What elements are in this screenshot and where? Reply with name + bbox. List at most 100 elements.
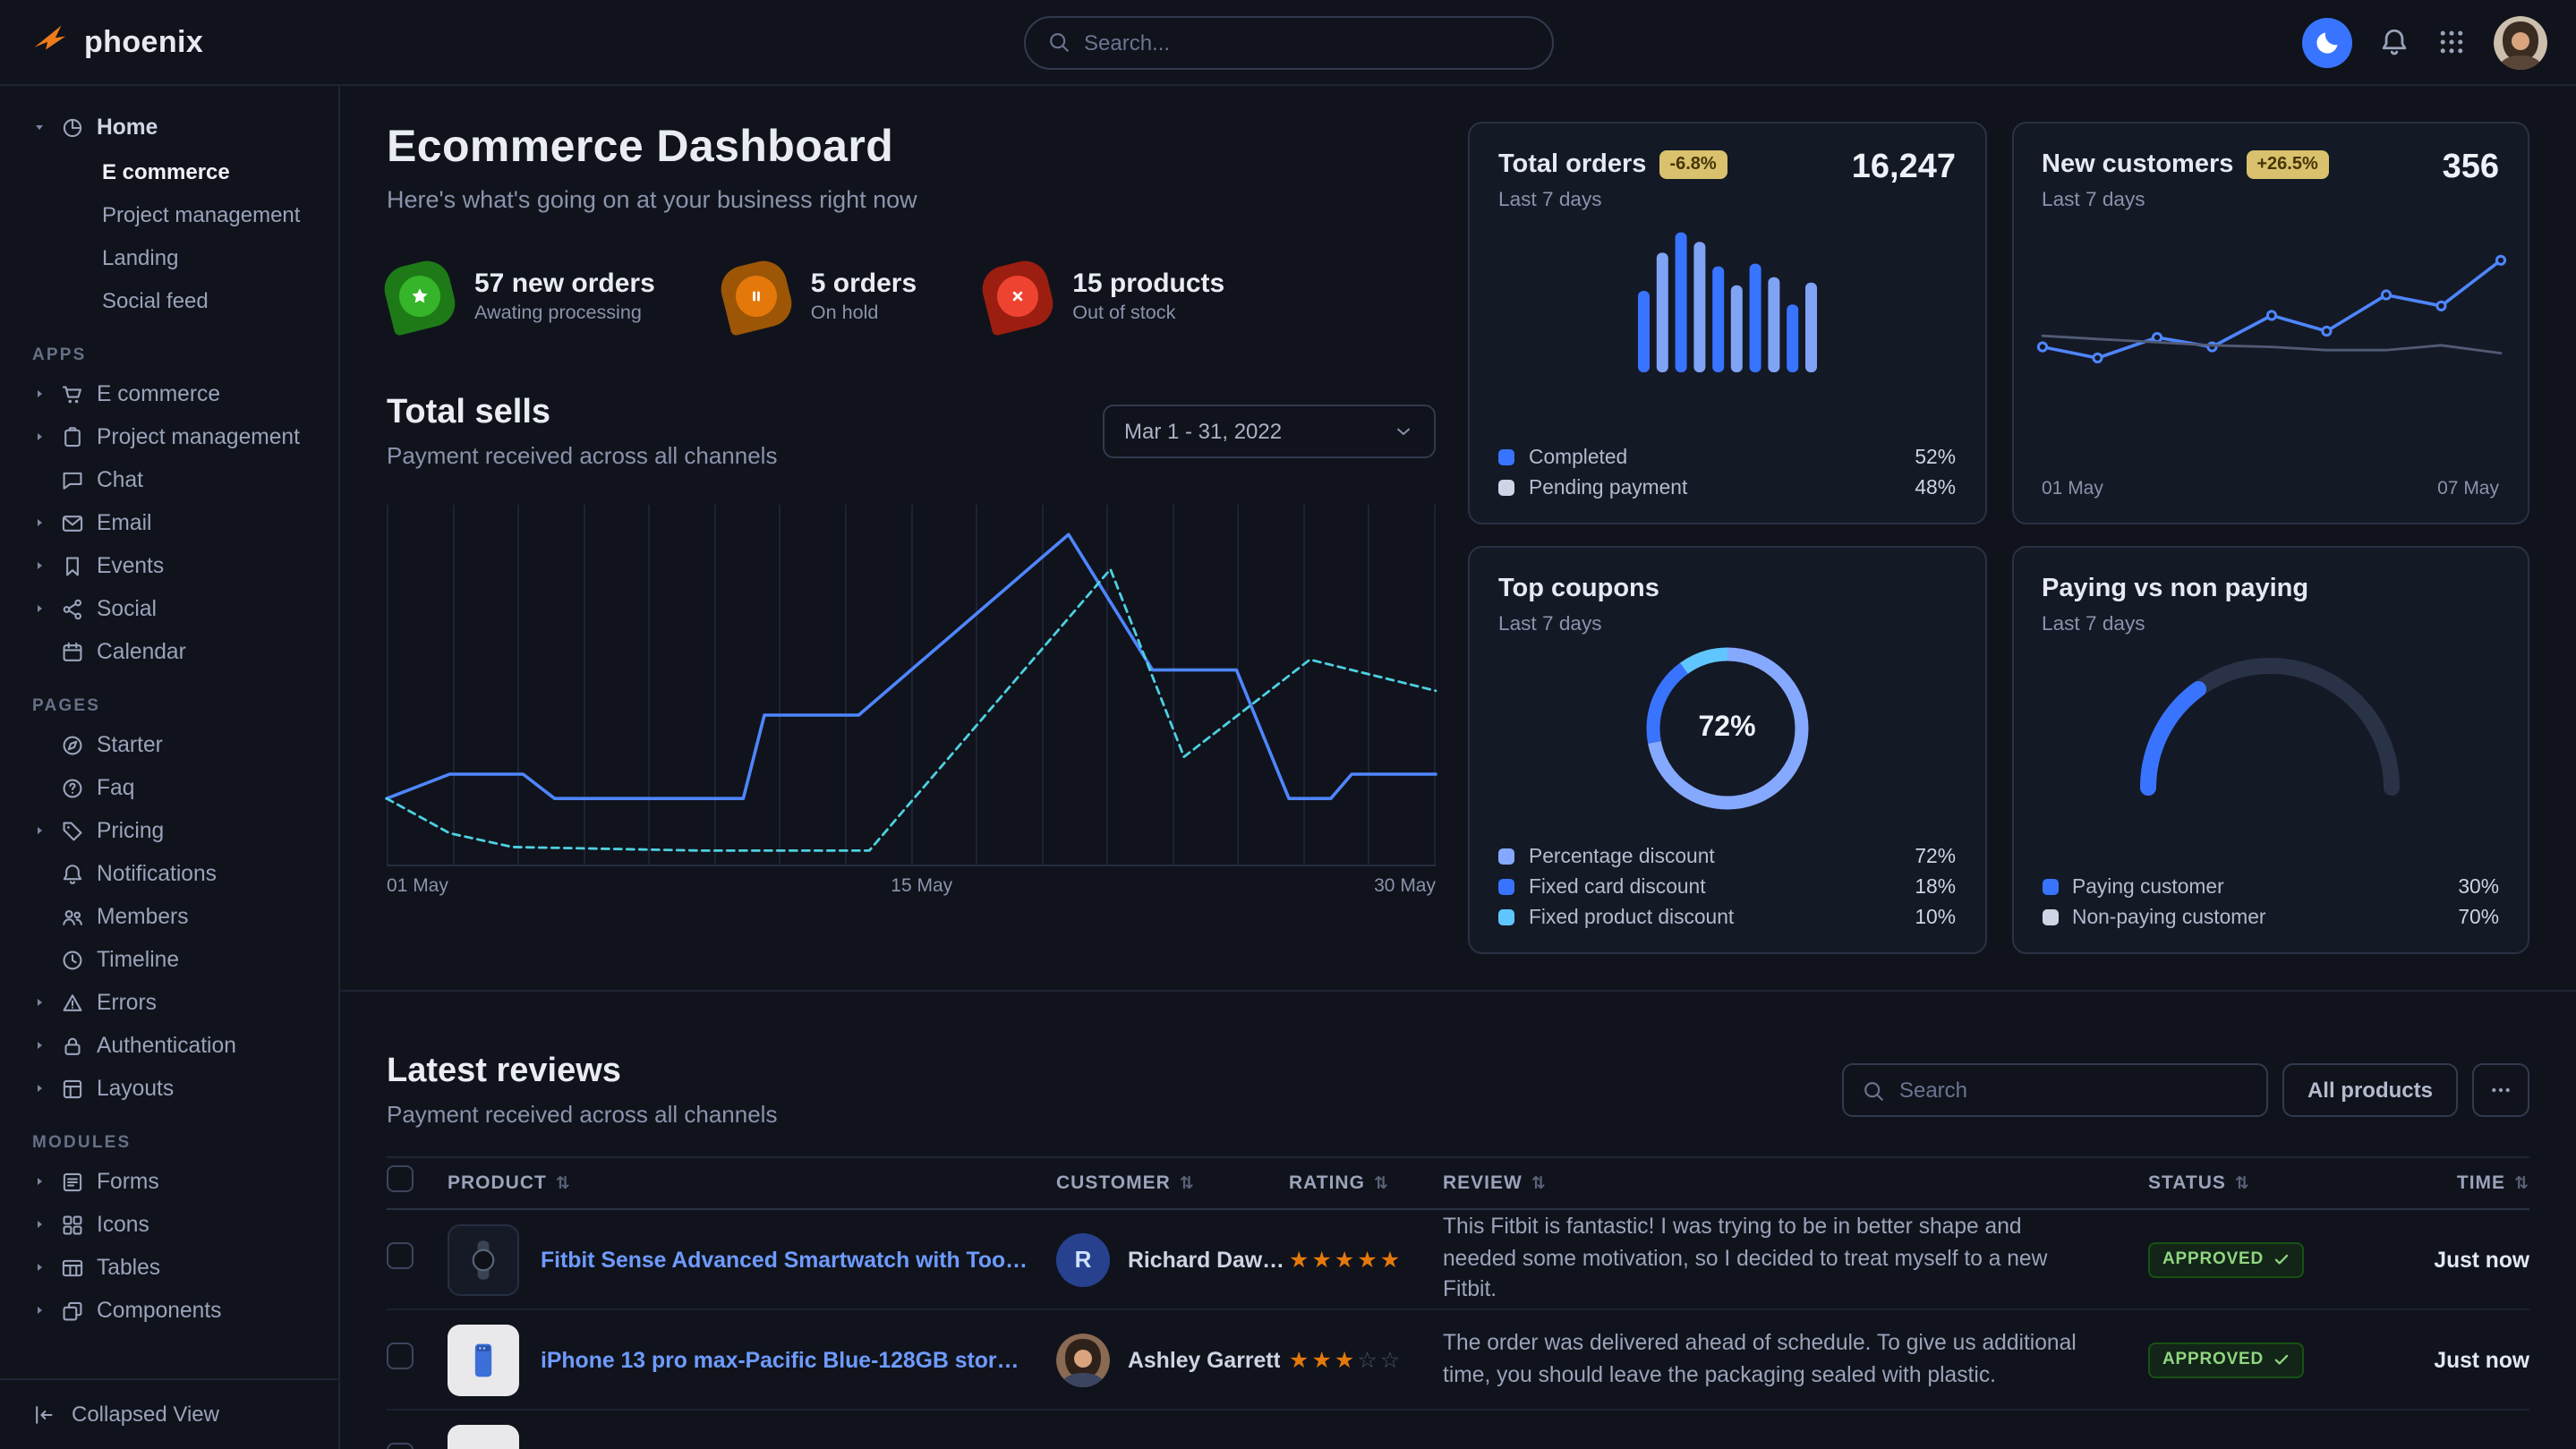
sidebar-item-components[interactable]: Components	[0, 1289, 338, 1332]
sidebar-section-label-pages: PAGES	[0, 696, 338, 716]
global-search[interactable]	[1023, 15, 1553, 69]
sidebar-item-landing[interactable]: Landing	[0, 236, 338, 279]
total-sells-x-axis: 01 May15 May30 May	[387, 875, 1436, 902]
customer-avatar: R	[1056, 1232, 1110, 1286]
users-icon	[59, 905, 84, 928]
collapsed-view-toggle[interactable]: Collapsed View	[0, 1377, 338, 1449]
caret-right-icon	[32, 558, 47, 573]
x-axis-label: 15 May	[891, 875, 952, 897]
chevron-down-icon	[1393, 421, 1414, 442]
sidebar-item-social[interactable]: Social	[0, 587, 338, 630]
sidebar-item-members[interactable]: Members	[0, 895, 338, 938]
column-header-product[interactable]: PRODUCT⇅	[448, 1172, 1056, 1194]
page-title: Ecommerce Dashboard	[387, 122, 1436, 174]
row-checkbox[interactable]	[387, 1241, 414, 1268]
stat-caption: Awating processing	[474, 303, 655, 324]
sidebar: Home E commerceProject managementLanding…	[0, 86, 340, 1449]
envelope-icon	[59, 511, 84, 534]
bell-icon	[59, 862, 84, 885]
stat-value: 57 new orders	[474, 268, 655, 299]
reviews-table-header: PRODUCT⇅CUSTOMER⇅RATING⇅REVIEW⇅STATUS⇅TI…	[387, 1156, 2529, 1210]
sidebar-item-layouts[interactable]: Layouts	[0, 1067, 338, 1110]
sidebar-item-icons[interactable]: Icons	[0, 1203, 338, 1246]
legend-item-fixed-product-discount: Fixed product discount10%	[1498, 902, 1956, 933]
stat-on-hold: 5 ordersOn hold	[723, 263, 917, 329]
reviews-toolbar: All products	[1842, 1063, 2529, 1117]
column-header-customer[interactable]: CUSTOMER⇅	[1056, 1172, 1289, 1194]
sidebar-item-label: Pricing	[97, 818, 164, 843]
status-badge: APPROVED	[2148, 1242, 2303, 1278]
sidebar-item-label: Icons	[97, 1212, 149, 1237]
app-launcher-button[interactable]	[2436, 27, 2467, 57]
stat-value: 5 orders	[811, 268, 917, 299]
sidebar-item-authentication[interactable]: Authentication	[0, 1024, 338, 1067]
legend-item-completed: Completed52%	[1498, 442, 1956, 473]
top-coupons-card: Top coupons Last 7 days 72% Percentage d…	[1468, 546, 1986, 954]
sidebar-item-email[interactable]: Email	[0, 501, 338, 544]
caret-right-icon	[32, 1217, 47, 1232]
all-products-button[interactable]: All products	[2282, 1063, 2458, 1117]
row-checkbox[interactable]	[387, 1342, 414, 1368]
global-search-input[interactable]	[1084, 30, 1530, 55]
sidebar-item-project-management[interactable]: Project management	[0, 193, 338, 236]
product-thumbnail	[448, 1424, 519, 1449]
sidebar-item-timeline[interactable]: Timeline	[0, 938, 338, 981]
bell-icon	[2379, 27, 2410, 57]
navbar-actions	[2302, 15, 2547, 69]
sidebar-item-e-commerce[interactable]: E commerce	[0, 150, 338, 193]
customer-name[interactable]: Richard Dawkins	[1128, 1247, 1289, 1272]
column-header-time[interactable]: TIME⇅	[2363, 1172, 2529, 1194]
total-orders-legend: Completed52%Pending payment48%	[1498, 442, 1956, 503]
table-row	[387, 1411, 2529, 1449]
customer-avatar	[1056, 1333, 1110, 1386]
more-options-button[interactable]	[2472, 1063, 2529, 1117]
chat-icon	[59, 468, 84, 491]
sidebar-item-social-feed[interactable]: Social feed	[0, 279, 338, 322]
product-link[interactable]: Fitbit Sense Advanced Smartwatch with To…	[541, 1247, 1028, 1272]
top-coupons-chart: 72%	[1645, 646, 1810, 811]
components-icon	[59, 1299, 84, 1322]
sidebar-item-pricing[interactable]: Pricing	[0, 809, 338, 852]
sidebar-item-label: Tables	[97, 1255, 160, 1280]
sidebar-item-home[interactable]: Home	[0, 104, 338, 150]
sidebar-item-chat[interactable]: Chat	[0, 458, 338, 501]
sidebar-item-notifications[interactable]: Notifications	[0, 852, 338, 895]
sidebar-item-errors[interactable]: Errors	[0, 981, 338, 1024]
sidebar-item-e-commerce[interactable]: E commerce	[0, 372, 338, 415]
column-header-rating[interactable]: RATING⇅	[1289, 1172, 1443, 1194]
sidebar-item-forms[interactable]: Forms	[0, 1160, 338, 1203]
sidebar-item-events[interactable]: Events	[0, 544, 338, 587]
total-orders-value: 16,247	[1852, 149, 1956, 188]
sidebar-item-project-management[interactable]: Project management	[0, 415, 338, 458]
pie-chart-icon	[59, 115, 84, 139]
sidebar-item-label: Forms	[97, 1169, 159, 1194]
sidebar-item-label: E commerce	[97, 381, 220, 406]
row-checkbox[interactable]	[387, 1442, 414, 1449]
search-icon	[1046, 30, 1070, 54]
stat-value: 15 products	[1072, 268, 1224, 299]
reviews-search-input[interactable]	[1899, 1078, 2248, 1103]
select-all-checkbox[interactable]	[387, 1165, 414, 1192]
column-header-review[interactable]: REVIEW⇅	[1443, 1172, 2148, 1194]
user-avatar[interactable]	[2494, 15, 2547, 69]
customer-name[interactable]: Ashley Garrett	[1128, 1347, 1281, 1372]
clock-icon	[59, 948, 84, 971]
sidebar-item-label: Events	[97, 553, 164, 578]
theme-toggle-button[interactable]	[2302, 17, 2352, 67]
pause-blob-icon	[716, 256, 797, 337]
sidebar-item-tables[interactable]: Tables	[0, 1246, 338, 1289]
date-range-select[interactable]: Mar 1 - 31, 2022	[1103, 405, 1436, 458]
reviews-search[interactable]	[1842, 1063, 2268, 1117]
top-coupons-legend: Percentage discount72%Fixed card discoun…	[1498, 841, 1956, 933]
column-header-status[interactable]: STATUS⇅	[2148, 1172, 2363, 1194]
sidebar-section-label-modules: MODULES	[0, 1133, 338, 1153]
tag-icon	[59, 819, 84, 842]
sidebar-item-starter[interactable]: Starter	[0, 723, 338, 766]
paying-legend: Paying customer30%Non-paying customer70%	[2042, 872, 2499, 933]
sidebar-item-faq[interactable]: Faq	[0, 766, 338, 809]
notifications-button[interactable]	[2379, 27, 2410, 57]
main-content: Ecommerce Dashboard Here's what's going …	[340, 86, 2576, 1449]
brand[interactable]: phoenix	[29, 17, 203, 67]
sidebar-item-calendar[interactable]: Calendar	[0, 630, 338, 673]
product-link[interactable]: iPhone 13 pro max-Pacific Blue-128GB sto…	[541, 1347, 1028, 1372]
